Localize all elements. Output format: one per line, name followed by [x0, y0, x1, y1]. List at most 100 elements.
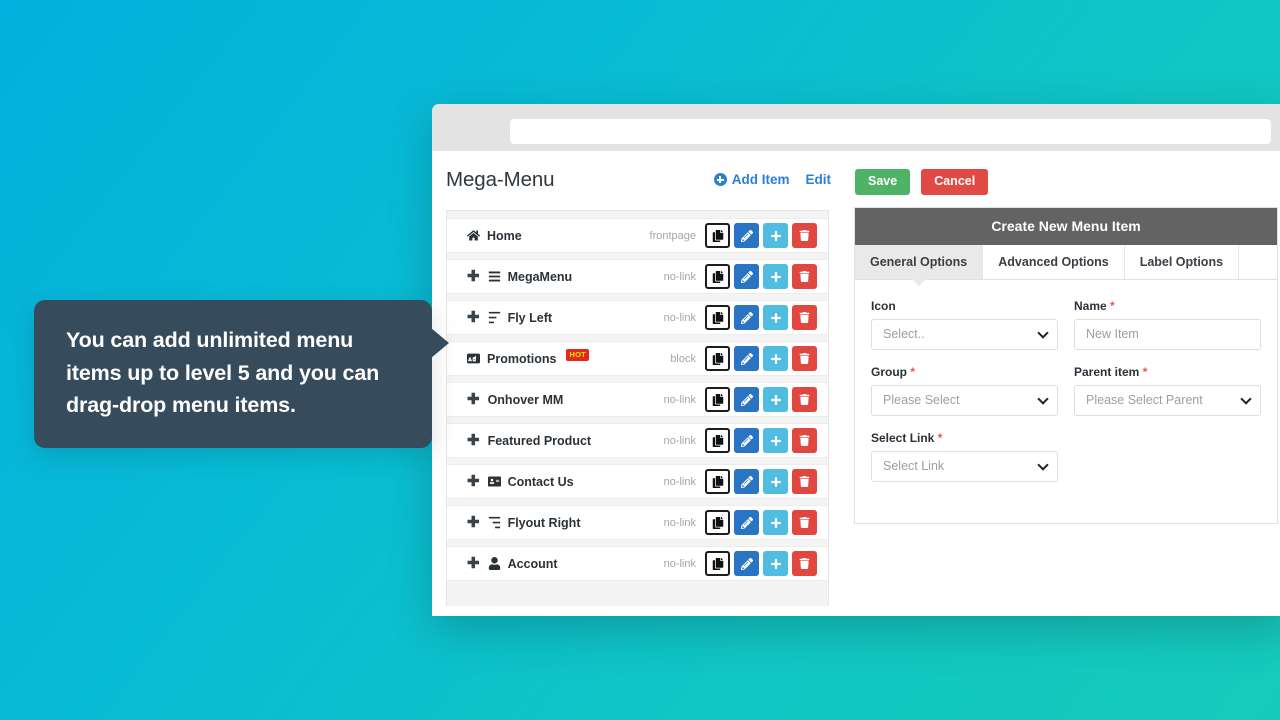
copy-button[interactable]	[705, 510, 730, 535]
select-select-link[interactable]: Select Link	[871, 450, 1058, 482]
add-button[interactable]	[763, 428, 788, 453]
drag-handle-icon[interactable]: ✚	[467, 392, 480, 407]
edit-button[interactable]	[734, 428, 759, 453]
pencil-icon	[740, 475, 753, 488]
menu-item-actions	[705, 551, 828, 576]
menu-item-actions	[705, 510, 828, 535]
copy-button[interactable]	[705, 305, 730, 330]
trash-icon	[799, 558, 810, 569]
copy-button[interactable]	[705, 346, 730, 371]
required-asterisk: *	[934, 430, 943, 445]
delete-button[interactable]	[792, 346, 817, 371]
edit-button[interactable]: Edit	[806, 172, 832, 187]
edit-button[interactable]	[734, 387, 759, 412]
callout-text: You can add unlimited menu items up to l…	[66, 328, 380, 418]
input-placeholder: New Item	[1086, 327, 1139, 341]
drag-handle-icon[interactable]: ✚	[467, 433, 480, 448]
menu-item-name: Featured Product	[487, 433, 592, 448]
delete-button[interactable]	[792, 264, 817, 289]
create-menu-item-panel: Create New Menu Item General Options Adva…	[854, 206, 1278, 524]
drag-handle-icon[interactable]: ✚	[467, 310, 480, 325]
edit-button[interactable]	[734, 469, 759, 494]
user-icon	[488, 557, 501, 570]
menu-item-link-type: no-link	[663, 516, 696, 529]
add-item-button[interactable]: Add Item	[713, 172, 790, 187]
delete-button[interactable]	[792, 305, 817, 330]
menu-item-name: Onhover MM	[487, 392, 564, 407]
label-parent-item: Parent item *	[1074, 365, 1261, 379]
menu-item-row[interactable]: Promotions HOT block	[447, 342, 828, 375]
edit-button[interactable]	[734, 264, 759, 289]
browser-titlebar	[432, 104, 1280, 151]
add-button[interactable]	[763, 551, 788, 576]
edit-button[interactable]	[734, 223, 759, 248]
add-button[interactable]	[763, 387, 788, 412]
copy-button[interactable]	[705, 469, 730, 494]
plus-icon	[770, 394, 782, 406]
edit-button[interactable]	[734, 305, 759, 330]
plus-icon	[770, 312, 782, 324]
delete-button[interactable]	[792, 469, 817, 494]
menu-item-row[interactable]: ✚ Featured Product no-link	[447, 424, 828, 457]
select-group[interactable]: Please Select	[871, 384, 1058, 416]
menu-item-name: Contact Us	[507, 474, 574, 489]
chevron-down-icon	[1037, 458, 1049, 471]
plus-icon	[770, 271, 782, 283]
add-button[interactable]	[763, 305, 788, 330]
menu-item-row[interactable]: ✚ Onhover MM no-link	[447, 383, 828, 416]
menu-item-link-type: no-link	[663, 475, 696, 488]
save-button[interactable]: Save	[855, 169, 911, 195]
url-input[interactable]	[510, 119, 1271, 144]
tab-label-options[interactable]: Label Options	[1125, 244, 1240, 279]
copy-button[interactable]	[705, 428, 730, 453]
edit-button[interactable]	[734, 346, 759, 371]
copy-icon	[712, 393, 724, 406]
add-button[interactable]	[763, 346, 788, 371]
chevron-down-icon	[1037, 392, 1049, 405]
screenshot-stage: Mega-Menu Add Item Edit Home frontpage ✚ Me…	[0, 0, 1280, 720]
pencil-icon	[740, 557, 753, 570]
drag-handle-icon[interactable]: ✚	[467, 556, 480, 571]
menu-item-row[interactable]: ✚ Fly Left no-link	[447, 301, 828, 334]
label-select-link: Select Link *	[871, 431, 1058, 445]
add-button[interactable]	[763, 264, 788, 289]
label-text: Parent item	[1074, 364, 1140, 379]
edit-button[interactable]	[734, 510, 759, 535]
drag-handle-icon[interactable]: ✚	[467, 474, 480, 489]
delete-button[interactable]	[792, 223, 817, 248]
add-button[interactable]	[763, 469, 788, 494]
add-button[interactable]	[763, 510, 788, 535]
copy-button[interactable]	[705, 387, 730, 412]
drag-handle-icon[interactable]: ✚	[467, 269, 480, 284]
cancel-button[interactable]: Cancel	[921, 169, 989, 195]
menu-item-name: Fly Left	[507, 310, 553, 325]
home-icon	[467, 229, 480, 242]
trash-icon	[799, 230, 810, 241]
edit-button[interactable]	[734, 551, 759, 576]
menu-item-row[interactable]: ✚ Account no-link	[447, 547, 828, 580]
menu-item-row[interactable]: ✚ Flyout Right no-link	[447, 506, 828, 539]
select-value: Select..	[883, 327, 925, 341]
tab-general-options[interactable]: General Options	[855, 244, 984, 286]
delete-button[interactable]	[792, 387, 817, 412]
menu-item-row[interactable]: ✚ Contact Us no-link	[447, 465, 828, 498]
copy-button[interactable]	[705, 264, 730, 289]
menu-item-label-group: ✚ Flyout Right	[447, 515, 664, 530]
select-icon[interactable]: Select..	[871, 318, 1058, 350]
select-parent-item[interactable]: Please Select Parent	[1074, 384, 1261, 416]
copy-button[interactable]	[705, 551, 730, 576]
delete-button[interactable]	[792, 551, 817, 576]
panel-title: Create New Menu Item	[855, 207, 1277, 245]
delete-button[interactable]	[792, 510, 817, 535]
menu-item-row[interactable]: Home frontpage	[447, 219, 828, 252]
callout-tooltip: You can add unlimited menu items up to l…	[34, 300, 449, 449]
menu-item-row[interactable]: ✚ MegaMenu no-link	[447, 260, 828, 293]
field-icon: Icon Select..	[871, 299, 1058, 350]
copy-button[interactable]	[705, 223, 730, 248]
tab-advanced-options[interactable]: Advanced Options	[983, 244, 1125, 279]
add-button[interactable]	[763, 223, 788, 248]
form-tabs: General Options Advanced Options Label Opt…	[855, 244, 1277, 286]
delete-button[interactable]	[792, 428, 817, 453]
input-name[interactable]: New Item	[1074, 318, 1261, 350]
drag-handle-icon[interactable]: ✚	[467, 515, 480, 530]
